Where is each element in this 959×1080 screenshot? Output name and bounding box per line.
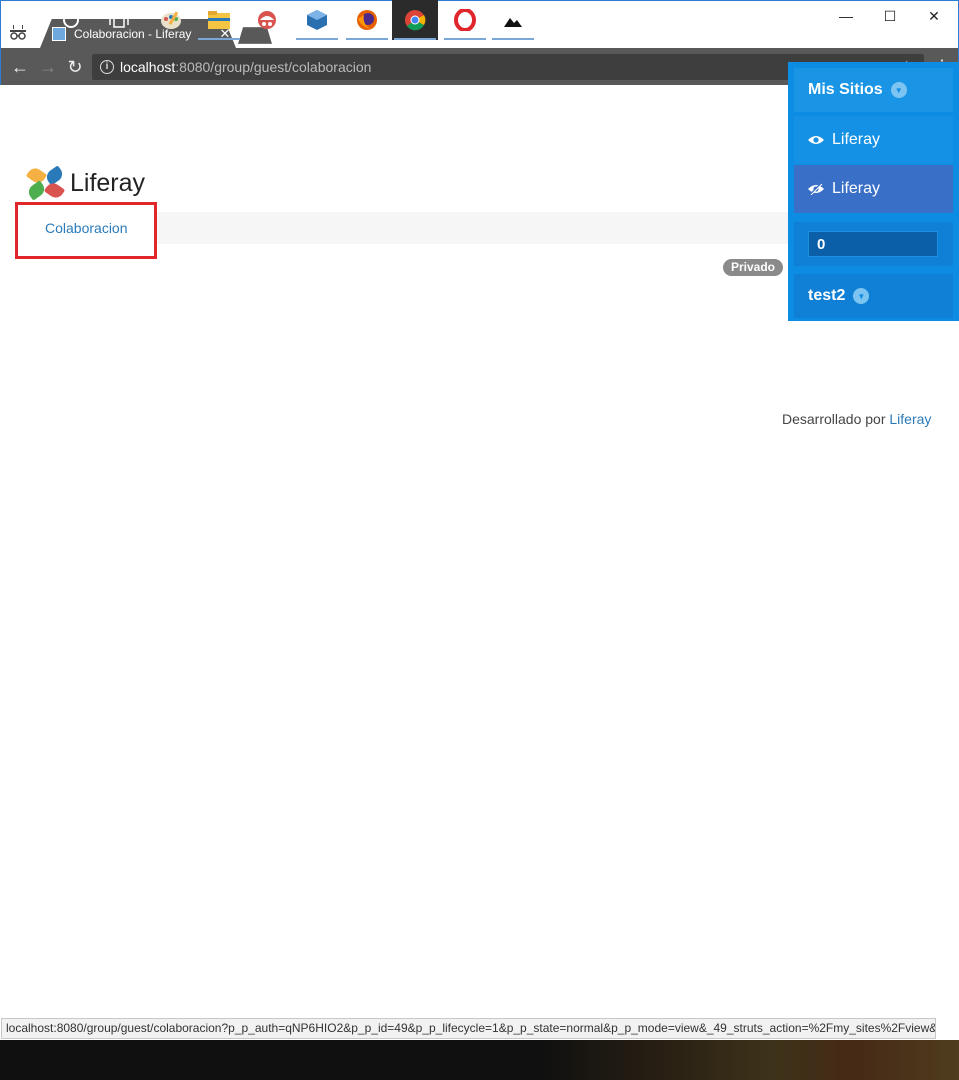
virtualbox-icon[interactable] [294,0,340,40]
site-item-label: Liferay [832,180,881,197]
chrome-icon[interactable] [392,0,438,40]
desktop-wallpaper [540,1040,959,1080]
maximize-button[interactable]: ☐ [867,4,913,28]
logo-text: Liferay [70,168,146,197]
chevron-down-icon: ▼ [890,82,907,98]
site-item-private[interactable]: Liferay [794,165,953,213]
notifications-item[interactable]: 0 [794,222,953,266]
site-logo[interactable]: Liferay [25,165,146,201]
info-icon[interactable]: i [100,60,114,74]
dockbar-menu: Mis Sitios ▼ Liferay Liferay 0 test2 ▼ [788,62,959,321]
private-badge: Privado [723,259,784,276]
back-arrow-icon[interactable]: ← [9,56,31,78]
minimize-button[interactable]: — [823,4,869,28]
file-explorer-icon[interactable] [196,0,242,40]
user-name: test2 [808,287,846,304]
footer-credit: Desarrollado por Liferay [782,411,931,427]
close-window-button[interactable]: ✕ [911,4,957,28]
reload-icon[interactable]: ↻ [64,56,86,78]
highlight-annotation [15,202,157,259]
task-view-icon[interactable] [96,0,142,40]
windows-start-icon[interactable] [0,0,46,40]
cortana-search-icon[interactable] [48,0,94,40]
status-bar-url: localhost:8080/group/guest/colaboracion?… [1,1018,936,1039]
site-item-label: Liferay [832,131,881,148]
notification-count[interactable]: 0 [808,231,938,257]
my-sites-dropdown[interactable]: Mis Sitios ▼ [794,68,953,112]
eye-icon [808,136,824,144]
url-text[interactable]: localhost:8080/group/guest/colaboracion [120,59,371,75]
opera-icon[interactable] [442,0,488,40]
footer-prefix: Desarrollado por [782,411,886,427]
photos-icon[interactable] [490,0,536,40]
snipping-tool-icon[interactable] [244,0,290,40]
chevron-down-icon: ▼ [853,288,870,304]
firefox-icon[interactable] [344,0,390,40]
paint-icon[interactable] [148,0,194,40]
liferay-logo-icon [25,165,66,201]
user-menu-dropdown[interactable]: test2 ▼ [794,274,953,318]
site-item-public[interactable]: Liferay [794,116,953,164]
eye-slash-icon [808,183,824,195]
forward-arrow-icon[interactable]: → [37,56,59,78]
footer-liferay-link[interactable]: Liferay [889,411,931,427]
my-sites-label: Mis Sitios [808,81,883,98]
